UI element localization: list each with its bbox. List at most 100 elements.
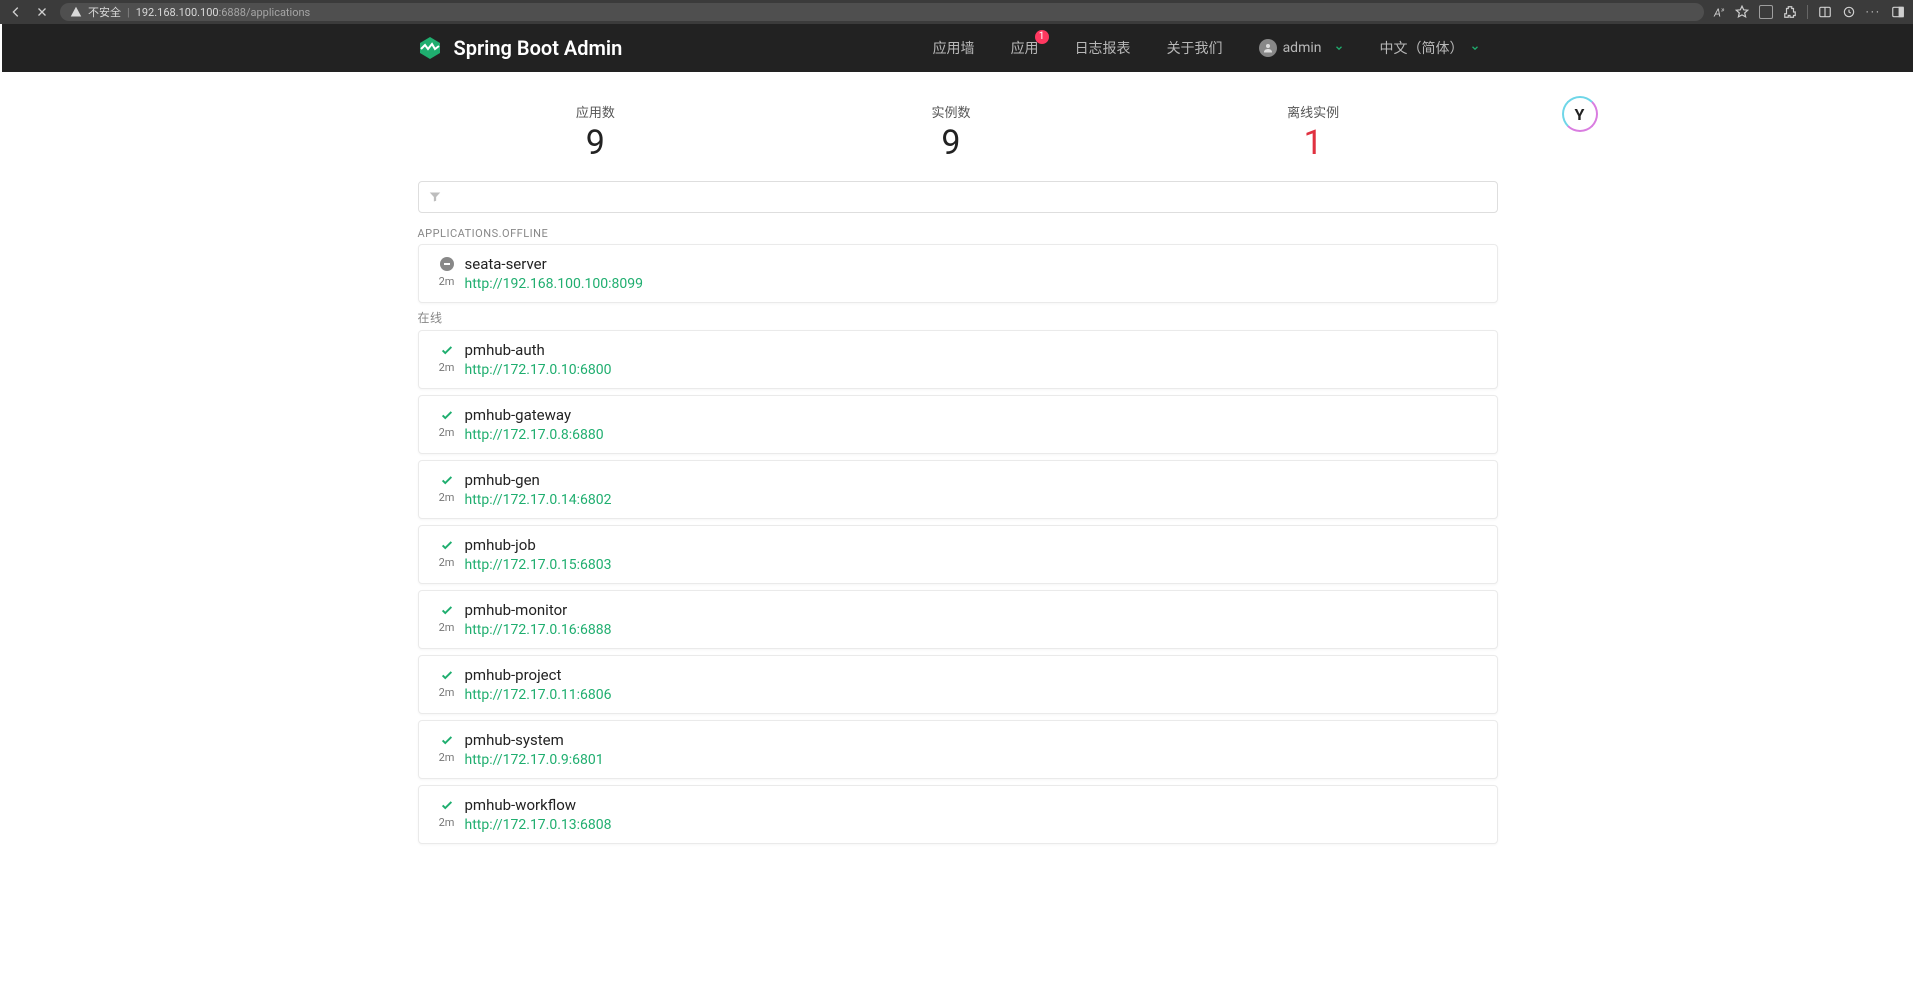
application-url-link[interactable]: http://172.17.0.16:6888 [465, 622, 612, 638]
browser-chrome: 不安全 | 192.168.100.100:6888/applications … [0, 0, 1913, 24]
security-warning-text: 不安全 [88, 4, 121, 20]
brand-text: Spring Boot Admin [454, 36, 623, 60]
stat-offline: 离线实例 1 [1287, 102, 1339, 163]
floating-logo[interactable]: Y [1562, 96, 1598, 132]
stat-value: 9 [931, 123, 970, 163]
section-offline-heading: APPLICATIONS.OFFLINE [418, 227, 1498, 240]
application-name: seata-server [465, 255, 1483, 273]
stat-label: 实例数 [931, 102, 970, 121]
language-label: 中文（简体） [1380, 38, 1464, 58]
chevron-down-icon [1334, 43, 1344, 53]
stat-label: 应用数 [576, 102, 615, 121]
application-card[interactable]: 2m pmhub-project http://172.17.0.11:6806 [418, 655, 1498, 714]
offline-list: 2m seata-server http://192.168.100.100:8… [418, 244, 1498, 303]
application-url-link[interactable]: http://172.17.0.15:6803 [465, 557, 612, 573]
sync-icon[interactable] [1842, 5, 1856, 19]
uptime-label: 2m [439, 275, 455, 288]
application-name: pmhub-workflow [465, 796, 1483, 814]
filter-input[interactable] [418, 181, 1498, 213]
application-card[interactable]: 2m pmhub-job http://172.17.0.15:6803 [418, 525, 1498, 584]
application-name: pmhub-system [465, 731, 1483, 749]
stat-applications: 应用数 9 [576, 102, 615, 163]
split-screen-icon[interactable] [1818, 5, 1832, 19]
stat-value: 1 [1287, 123, 1339, 163]
favorite-icon[interactable] [1735, 5, 1749, 19]
app-navbar: Spring Boot Admin 应用墙 应用 1 日志报表 关于我们 adm… [2, 24, 1913, 72]
chevron-down-icon [1470, 43, 1480, 53]
sidebar-toggle-icon[interactable] [1891, 5, 1905, 19]
application-url-link[interactable]: http://192.168.100.100:8099 [465, 276, 644, 292]
main-content: Y 应用数 9 实例数 9 离线实例 1 APPLICATIONS.OFFLIN… [418, 72, 1498, 844]
application-name: pmhub-gen [465, 471, 1483, 489]
page-viewport: Spring Boot Admin 应用墙 应用 1 日志报表 关于我们 adm… [2, 24, 1913, 981]
warning-icon [70, 6, 82, 18]
application-url-link[interactable]: http://172.17.0.14:6802 [465, 492, 612, 508]
stat-label: 离线实例 [1287, 102, 1339, 121]
nav-language-menu[interactable]: 中文（简体） [1362, 24, 1498, 72]
uptime-label: 2m [439, 491, 455, 504]
filter-icon [429, 191, 441, 203]
more-menu-icon[interactable]: ··· [1866, 5, 1881, 19]
status-up-icon [440, 408, 454, 422]
chrome-toolbar-right: A» ··· [1714, 5, 1905, 20]
status-up-icon [440, 603, 454, 617]
uptime-label: 2m [439, 361, 455, 374]
uptime-label: 2m [439, 621, 455, 634]
back-button[interactable] [8, 4, 24, 20]
application-name: pmhub-job [465, 536, 1483, 554]
address-bar[interactable]: 不安全 | 192.168.100.100:6888/applications [60, 3, 1704, 21]
collections-icon[interactable] [1759, 5, 1773, 19]
close-button[interactable] [34, 4, 50, 20]
uptime-label: 2m [439, 426, 455, 439]
status-up-icon [440, 473, 454, 487]
application-card[interactable]: 2m pmhub-auth http://172.17.0.10:6800 [418, 330, 1498, 389]
application-url-link[interactable]: http://172.17.0.8:6880 [465, 427, 604, 443]
application-card[interactable]: 2m pmhub-gateway http://172.17.0.8:6880 [418, 395, 1498, 454]
uptime-label: 2m [439, 686, 455, 699]
application-name: pmhub-gateway [465, 406, 1483, 424]
status-up-icon [440, 733, 454, 747]
application-url-link[interactable]: http://172.17.0.9:6801 [465, 752, 604, 768]
nav-label: 应用 [1011, 38, 1039, 58]
application-card[interactable]: 2m pmhub-gen http://172.17.0.14:6802 [418, 460, 1498, 519]
status-up-icon [440, 668, 454, 682]
online-list: 2m pmhub-auth http://172.17.0.10:6800 2m… [418, 330, 1498, 844]
application-name: pmhub-project [465, 666, 1483, 684]
nav-about[interactable]: 关于我们 [1149, 24, 1241, 72]
application-url-link[interactable]: http://172.17.0.13:6808 [465, 817, 612, 833]
status-up-icon [440, 798, 454, 812]
application-card[interactable]: 2m pmhub-system http://172.17.0.9:6801 [418, 720, 1498, 779]
application-name: pmhub-monitor [465, 601, 1483, 619]
stat-instances: 实例数 9 [931, 102, 970, 163]
application-card[interactable]: 2m seata-server http://192.168.100.100:8… [418, 244, 1498, 303]
application-url-link[interactable]: http://172.17.0.11:6806 [465, 687, 612, 703]
status-up-icon [440, 538, 454, 552]
user-avatar-icon [1259, 39, 1277, 57]
nav-label: 日志报表 [1075, 38, 1131, 58]
extensions-icon[interactable] [1783, 5, 1797, 19]
stats-row: 应用数 9 实例数 9 离线实例 1 [418, 102, 1498, 163]
nav-label: 应用墙 [933, 38, 975, 58]
brand-icon [418, 36, 442, 60]
reading-mode-icon[interactable]: A» [1714, 5, 1725, 20]
application-url-link[interactable]: http://172.17.0.10:6800 [465, 362, 612, 378]
brand[interactable]: Spring Boot Admin [418, 36, 623, 60]
stat-value: 9 [576, 123, 615, 163]
section-online-heading: 在线 [418, 309, 1498, 326]
uptime-label: 2m [439, 751, 455, 764]
user-name: admin [1283, 40, 1322, 56]
application-name: pmhub-auth [465, 341, 1483, 359]
application-card[interactable]: 2m pmhub-monitor http://172.17.0.16:6888 [418, 590, 1498, 649]
nav-wallboard[interactable]: 应用墙 [915, 24, 993, 72]
nav-label: 关于我们 [1167, 38, 1223, 58]
status-offline-icon [440, 257, 454, 271]
status-up-icon [440, 343, 454, 357]
uptime-label: 2m [439, 816, 455, 829]
notification-badge: 1 [1035, 30, 1049, 44]
uptime-label: 2m [439, 556, 455, 569]
application-card[interactable]: 2m pmhub-workflow http://172.17.0.13:680… [418, 785, 1498, 844]
nav-journal[interactable]: 日志报表 [1057, 24, 1149, 72]
nav-applications[interactable]: 应用 1 [993, 24, 1057, 72]
nav-user-menu[interactable]: admin [1241, 24, 1362, 72]
url-text: 192.168.100.100:6888/applications [136, 6, 311, 19]
